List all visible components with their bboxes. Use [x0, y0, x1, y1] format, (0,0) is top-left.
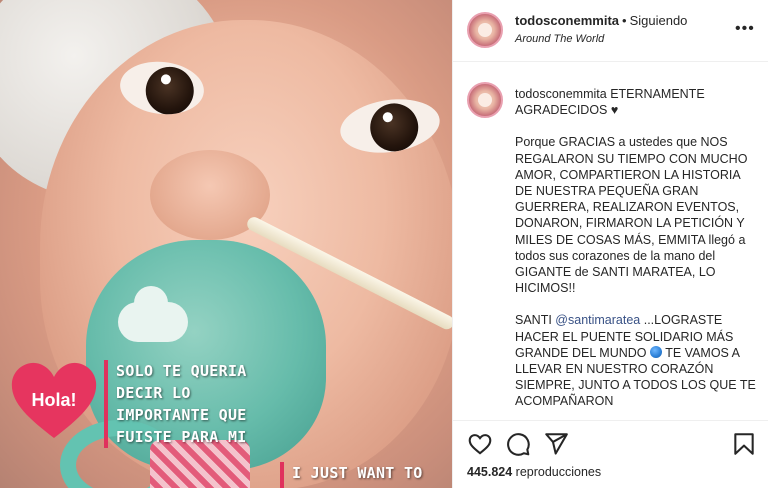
sticker-text: Hola!	[31, 390, 77, 410]
view-count[interactable]: 445.824 reproducciones	[467, 465, 601, 479]
views-number: 445.824	[467, 465, 513, 479]
caption-headline-row: todosconemmita ETERNAMENTE AGRADECIDOS ♥	[515, 86, 757, 118]
caption-paragraph-2: SANTI @santimaratea ...LOGRASTE HACER EL…	[515, 312, 757, 409]
caption-paragraph: Porque GRACIAS a ustedes que NOS REGALAR…	[515, 135, 748, 296]
video-media[interactable]: Hola! SOLO TE QUERIA DECIR LO IMPORTANTE…	[0, 0, 452, 488]
caption-spanish: SOLO TE QUERIA DECIR LO IMPORTANTE QUE F…	[104, 360, 247, 448]
hola-sticker: Hola!	[8, 358, 100, 442]
heart-icon[interactable]	[467, 431, 493, 457]
caption-line: SOLO TE QUERIA	[116, 362, 247, 380]
caption-english: I JUST WANT TO TELL	[280, 462, 452, 488]
caption-line: FUISTE PARA MI	[116, 428, 247, 446]
action-bar: 445.824 reproducciones	[453, 420, 768, 488]
share-icon[interactable]	[543, 431, 569, 457]
post-caption: todosconemmita ETERNAMENTE AGRADECIDOS ♥…	[515, 86, 757, 426]
following-button[interactable]: Siguiendo	[630, 13, 688, 28]
caption-username[interactable]: todosconemmita	[515, 87, 607, 101]
location-link[interactable]: Around The World	[515, 33, 604, 45]
post-caption-area: todosconemmita ETERNAMENTE AGRADECIDOS ♥…	[453, 62, 768, 430]
mention-link[interactable]: @santimaratea	[555, 313, 640, 327]
caption-line: I JUST WANT TO TELL	[292, 464, 423, 488]
separator-dot: •	[622, 13, 627, 28]
globe-icon	[649, 345, 662, 358]
comment-icon[interactable]	[505, 431, 531, 457]
bookmark-icon[interactable]	[731, 431, 757, 457]
header-username[interactable]: todosconemmita	[515, 13, 619, 28]
avatar[interactable]	[467, 82, 503, 118]
caption-text: SANTI	[515, 313, 556, 328]
post-panel: todosconemmita • Siguiendo Around The Worl…	[452, 0, 768, 488]
more-icon[interactable]: •••	[735, 20, 755, 38]
pacifier-cloud	[118, 286, 188, 342]
post-header: todosconemmita • Siguiendo Around The Worl…	[453, 0, 768, 62]
header-username-row: todosconemmita • Siguiendo	[515, 13, 687, 28]
caption-line: DECIR LO	[116, 384, 191, 402]
caption-line: IMPORTANTE QUE	[116, 406, 247, 424]
views-label: reproducciones	[512, 465, 602, 479]
avatar[interactable]	[467, 12, 503, 48]
